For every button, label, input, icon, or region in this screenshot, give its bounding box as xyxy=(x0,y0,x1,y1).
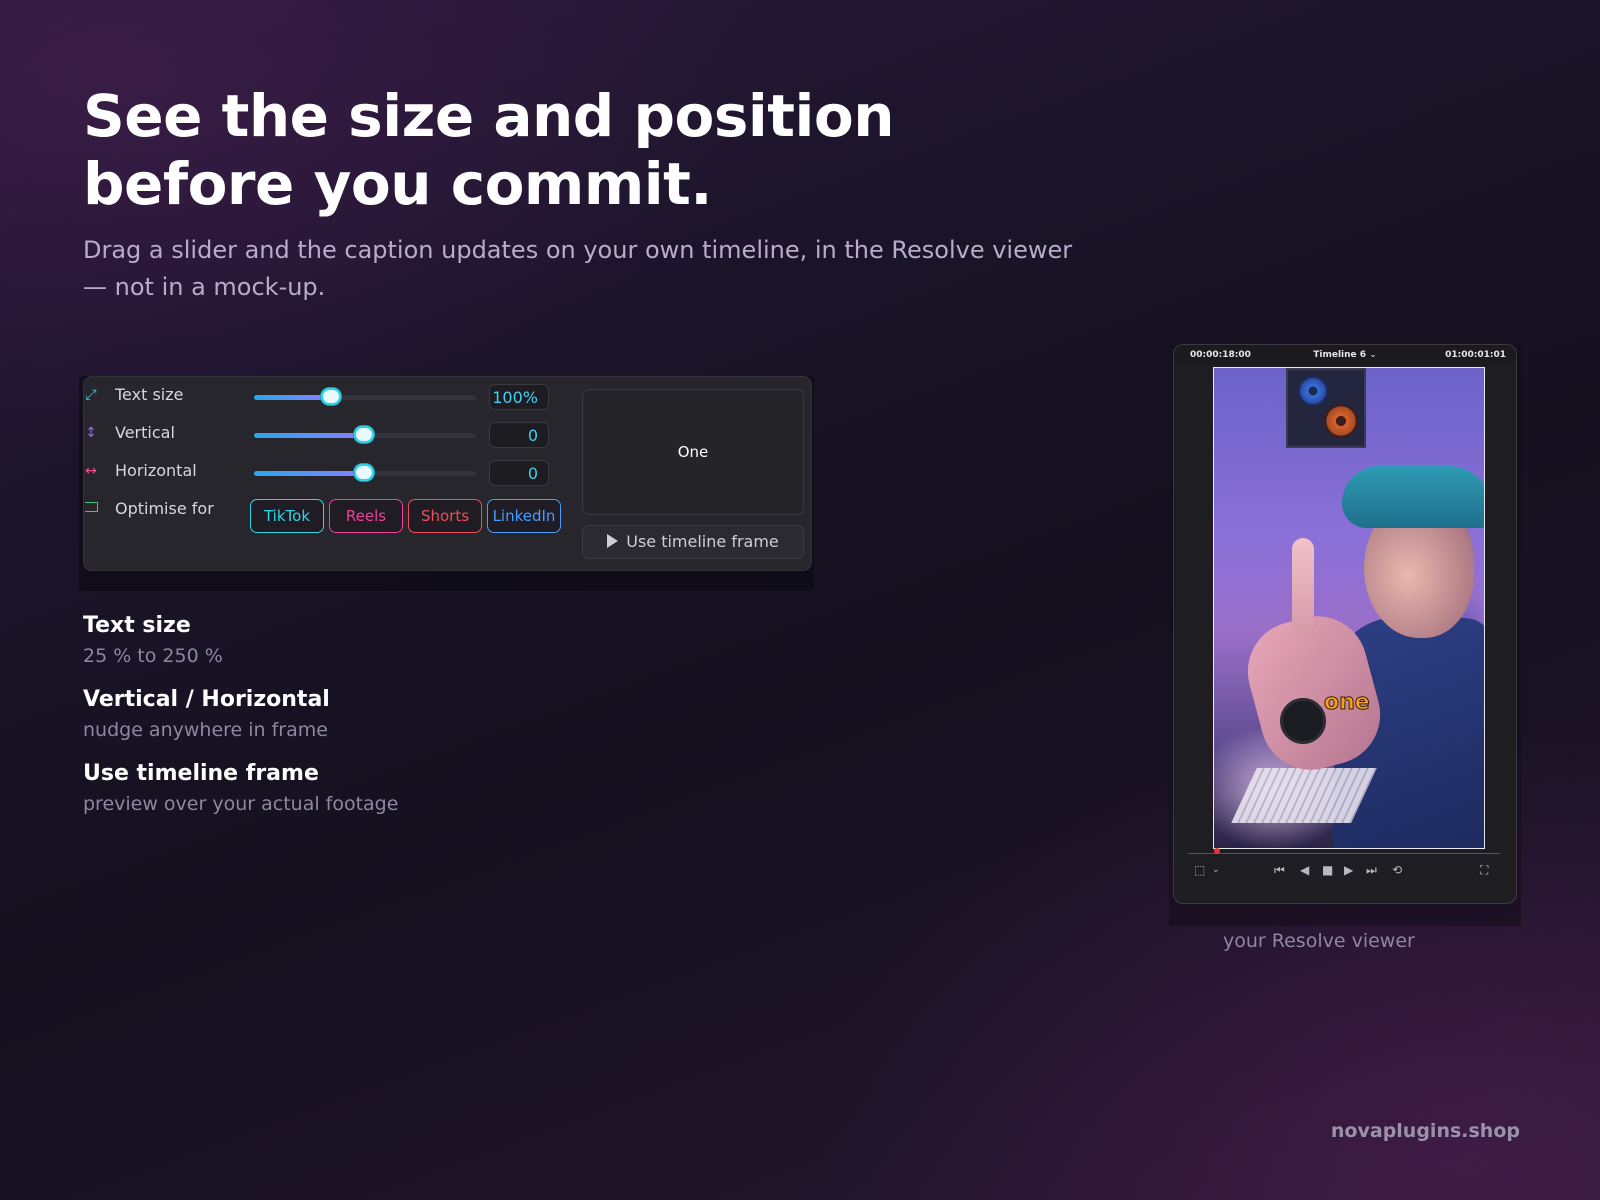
wall-poster xyxy=(1286,368,1366,448)
stop-icon[interactable]: ■ xyxy=(1322,863,1333,877)
text-size-row: ⤢ Text size 100% xyxy=(84,384,564,415)
video-frame: one xyxy=(1213,367,1485,849)
resize-icon: ⤢ xyxy=(85,387,97,403)
viewer-transport-controls: ⬚ ⌄ ⏮ ◀ ■ ▶ ⏭ ⟲ ⛶ xyxy=(1174,863,1516,883)
feature-title-text-size: Text size xyxy=(83,613,191,638)
horizontal-row: ↔ Horizontal 0 xyxy=(84,460,564,491)
vertical-label: Vertical xyxy=(115,423,175,442)
viewer-timecode-right: 01:00:01:01 xyxy=(1445,350,1506,360)
vertical-slider-thumb[interactable] xyxy=(354,426,374,443)
caption-preview-text: One xyxy=(677,443,709,461)
play-icon xyxy=(607,534,619,548)
viewer-caption-label: your Resolve viewer xyxy=(1223,930,1415,952)
loop-icon[interactable]: ⟲ xyxy=(1392,863,1402,877)
screen-icon xyxy=(84,499,98,519)
play-reverse-icon[interactable]: ◀ xyxy=(1300,863,1309,877)
feature-desc-timeline-frame: preview over your actual footage xyxy=(83,793,399,815)
optimise-label: Optimise for xyxy=(115,499,214,518)
caption-settings-panel: ⤢ Text size 100% ↕ Vertical 0 ↔ Horizont… xyxy=(83,376,812,571)
raised-finger xyxy=(1292,538,1314,633)
subheadline-line-2: — not in a mock-up. xyxy=(83,273,326,301)
chip-tiktok[interactable]: TikTok xyxy=(250,499,324,533)
headline: See the size and position before you com… xyxy=(83,82,983,218)
chevron-down-icon: ⌄ xyxy=(1369,350,1377,360)
play-icon[interactable]: ▶ xyxy=(1344,863,1353,877)
feature-desc-position: nudge anywhere in frame xyxy=(83,719,328,741)
vertical-slider-fill xyxy=(254,433,365,438)
use-timeline-frame-label: Use timeline frame xyxy=(626,532,779,551)
vertical-row: ↕ Vertical 0 xyxy=(84,422,564,453)
brand-url: novaplugins.shop xyxy=(1330,1120,1520,1142)
viewer-playhead[interactable] xyxy=(1214,848,1220,854)
viewer-top-bar: 00:00:18:00 Timeline 6 ⌄ 01:00:01:01 xyxy=(1174,345,1516,365)
subheadline: Drag a slider and the caption updates on… xyxy=(83,232,1083,306)
feature-title-timeline-frame: Use timeline frame xyxy=(83,761,319,786)
chevron-down-icon[interactable]: ⌄ xyxy=(1212,865,1220,875)
chip-shorts[interactable]: Shorts xyxy=(408,499,482,533)
feature-desc-text-size: 25 % to 250 % xyxy=(83,645,223,667)
go-to-end-icon[interactable]: ⏭ xyxy=(1366,863,1377,878)
optimise-row: Optimise for TikTok Reels Shorts LinkedI… xyxy=(84,499,574,535)
horizontal-arrows-icon: ↔ xyxy=(85,463,97,479)
text-size-slider[interactable] xyxy=(254,388,476,405)
feature-title-position: Vertical / Horizontal xyxy=(83,687,330,712)
horizontal-value-field[interactable]: 0 xyxy=(489,460,549,486)
timeline-name: Timeline 6 xyxy=(1313,350,1367,360)
horizontal-label: Horizontal xyxy=(115,461,197,480)
headline-line-1: See the size and position xyxy=(83,82,895,150)
chip-reels[interactable]: Reels xyxy=(329,499,403,533)
use-timeline-frame-button[interactable]: Use timeline frame xyxy=(582,525,804,559)
chip-linkedin[interactable]: LinkedIn xyxy=(487,499,561,533)
text-size-label: Text size xyxy=(115,385,184,404)
go-to-start-icon[interactable]: ⏮ xyxy=(1274,863,1285,878)
fullscreen-icon[interactable]: ⛶ xyxy=(1480,863,1488,878)
horizontal-slider-thumb[interactable] xyxy=(354,464,374,481)
vertical-slider[interactable] xyxy=(254,426,476,443)
video-caption-word: one xyxy=(1324,690,1371,716)
person-cap xyxy=(1342,466,1484,528)
headline-line-2: before you commit. xyxy=(83,150,712,218)
text-size-slider-thumb[interactable] xyxy=(320,388,341,405)
vertical-value-field[interactable]: 0 xyxy=(489,422,549,448)
horizontal-slider-fill xyxy=(254,471,365,476)
safe-area-icon[interactable]: ⬚ xyxy=(1194,863,1205,877)
viewer-scrub-bar[interactable] xyxy=(1188,853,1500,854)
text-size-value-field[interactable]: 100% xyxy=(489,384,549,410)
vertical-arrows-icon: ↕ xyxy=(85,425,97,441)
caption-preview: One xyxy=(582,389,804,515)
poster-disc-orange xyxy=(1324,404,1358,438)
resolve-viewer: 00:00:18:00 Timeline 6 ⌄ 01:00:01:01 one… xyxy=(1173,344,1517,904)
poster-disc-blue xyxy=(1298,376,1328,406)
horizontal-slider[interactable] xyxy=(254,464,476,481)
keyboard xyxy=(1231,768,1377,823)
wristwatch xyxy=(1280,698,1326,744)
subheadline-line-1: Drag a slider and the caption updates on… xyxy=(83,236,1073,264)
